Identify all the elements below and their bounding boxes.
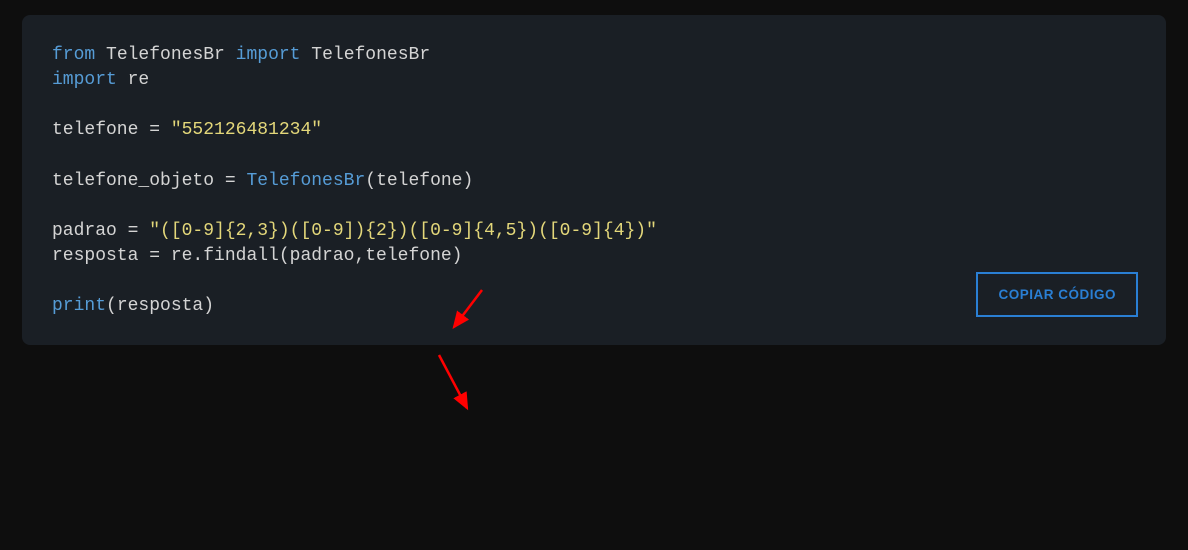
string-literal: "552126481234"	[171, 120, 322, 140]
code-line-6: resposta = re.findall(padrao,telefone)	[52, 244, 1136, 269]
blank-line	[52, 144, 1136, 169]
keyword-from: from	[52, 45, 95, 65]
import-name: TelefonesBr	[311, 45, 430, 65]
code-block: from TelefonesBr import TelefonesBr impo…	[22, 15, 1166, 345]
regex-string: "([0-9]{2,3})([0-9]){2})([0-9]{4,5})([0-…	[149, 221, 657, 241]
print-call: print	[52, 296, 106, 316]
blank-line	[52, 194, 1136, 219]
code-line-7: print(resposta)	[52, 294, 1136, 319]
var-padrao: padrao	[52, 221, 117, 241]
blank-line	[52, 269, 1136, 294]
var-resposta: resposta	[52, 246, 138, 266]
module-re: re	[128, 70, 150, 90]
code-line-1: from TelefonesBr import TelefonesBr	[52, 43, 1136, 68]
code-line-4: telefone_objeto = TelefonesBr(telefone)	[52, 169, 1136, 194]
code-line-5: padrao = "([0-9]{2,3})([0-9]){2})([0-9]{…	[52, 219, 1136, 244]
arrow-bottom-icon	[439, 355, 467, 408]
var-telefone-objeto: telefone_objeto	[52, 171, 214, 191]
copy-code-button[interactable]: COPIAR CÓDIGO	[976, 272, 1138, 317]
module-name: TelefonesBr	[106, 45, 225, 65]
code-line-2: import re	[52, 68, 1136, 93]
findall-call: re.findall(padrao,telefone)	[171, 246, 463, 266]
keyword-import: import	[52, 70, 117, 90]
code-line-3: telefone = "552126481234"	[52, 118, 1136, 143]
keyword-import: import	[236, 45, 301, 65]
blank-line	[52, 93, 1136, 118]
var-telefone: telefone	[52, 120, 138, 140]
class-call: TelefonesBr	[246, 171, 365, 191]
